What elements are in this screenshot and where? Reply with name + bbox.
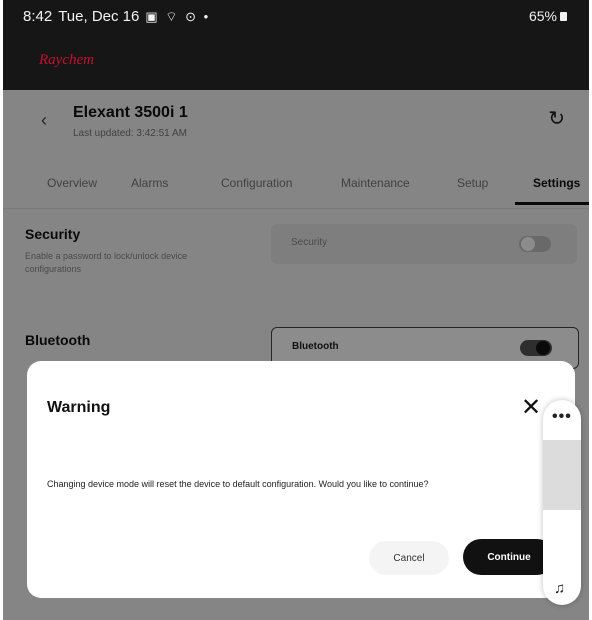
floating-side-panel[interactable]: ••• ♫ (543, 400, 581, 605)
close-icon[interactable]: ✕ (521, 393, 541, 422)
more-horizontal-icon[interactable]: ••• (552, 408, 572, 426)
dialog-title: Warning (47, 399, 111, 416)
top-bar: 8:42 Tue, Dec 16 ▣ ⌔ ⊙ • 65% Raychem (3, 0, 589, 90)
app-screen: 8:42 Tue, Dec 16 ▣ ⌔ ⊙ • 65% Raychem ‹ E… (3, 0, 589, 620)
brand-logo: Raychem (39, 52, 94, 68)
battery-indicator: 65% (529, 8, 567, 24)
status-time: 8:42 (23, 8, 53, 25)
cancel-button[interactable]: Cancel (369, 541, 449, 575)
status-bar: 8:42 Tue, Dec 16 ▣ ⌔ ⊙ • (23, 8, 210, 25)
status-icons: ▣ ⌔ ⊙ • (145, 8, 211, 24)
warning-dialog: Warning ✕ Changing device mode will rese… (27, 361, 575, 598)
side-panel-segment (543, 440, 581, 510)
continue-button[interactable]: Continue (463, 539, 555, 575)
battery-icon (560, 11, 567, 21)
music-note-icon[interactable]: ♫ (554, 580, 565, 597)
battery-percent: 65% (528, 8, 557, 24)
status-date: Tue, Dec 16 (58, 8, 140, 25)
dialog-message: Changing device mode will reset the devi… (47, 479, 429, 489)
